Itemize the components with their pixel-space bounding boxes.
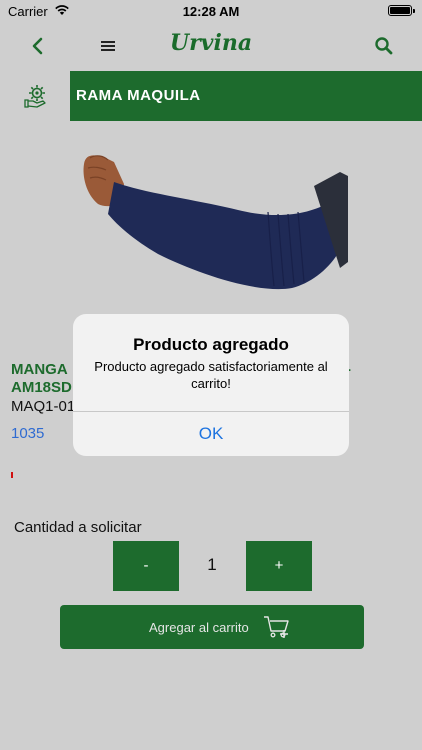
category-title: RAMA MAQUILA [76,87,201,104]
quantity-increment-button[interactable]: + [246,541,312,591]
alert-ok-button[interactable]: OK [73,412,349,456]
alert-message: Producto agregado satisfactoriamente al … [94,359,328,391]
battery-icon [388,5,415,16]
search-icon[interactable] [372,34,396,58]
add-to-cart-label: Agregar al carrito [149,620,249,635]
product-code: MAQ1-01 [11,398,76,415]
alert-title: Producto agregado [133,335,289,354]
category-bar: RAMA MAQUILA [0,71,422,121]
quantity-label: Cantidad a solicitar [14,519,142,536]
category-title-box: RAMA MAQUILA [70,71,422,121]
product-stock: 1035 [11,425,45,442]
nav-bar: Urvina [0,22,422,70]
quantity-decrement-button[interactable]: - [113,541,179,591]
alert-dialog: Producto agregado Producto agregado sati… [73,314,349,456]
cart-add-icon [264,616,289,638]
clock: 12:28 AM [182,4,240,19]
quantity-value: 1 [207,555,217,574]
price-marker [11,472,13,478]
add-to-cart-button[interactable]: Agregar al carrito [60,605,364,649]
status-bar: Carrier 12:28 AM [0,0,422,22]
category-icon-box[interactable] [0,71,70,121]
brand-logo: Urvina [169,30,253,56]
gear-hand-icon [24,85,46,108]
product-image [83,155,348,290]
